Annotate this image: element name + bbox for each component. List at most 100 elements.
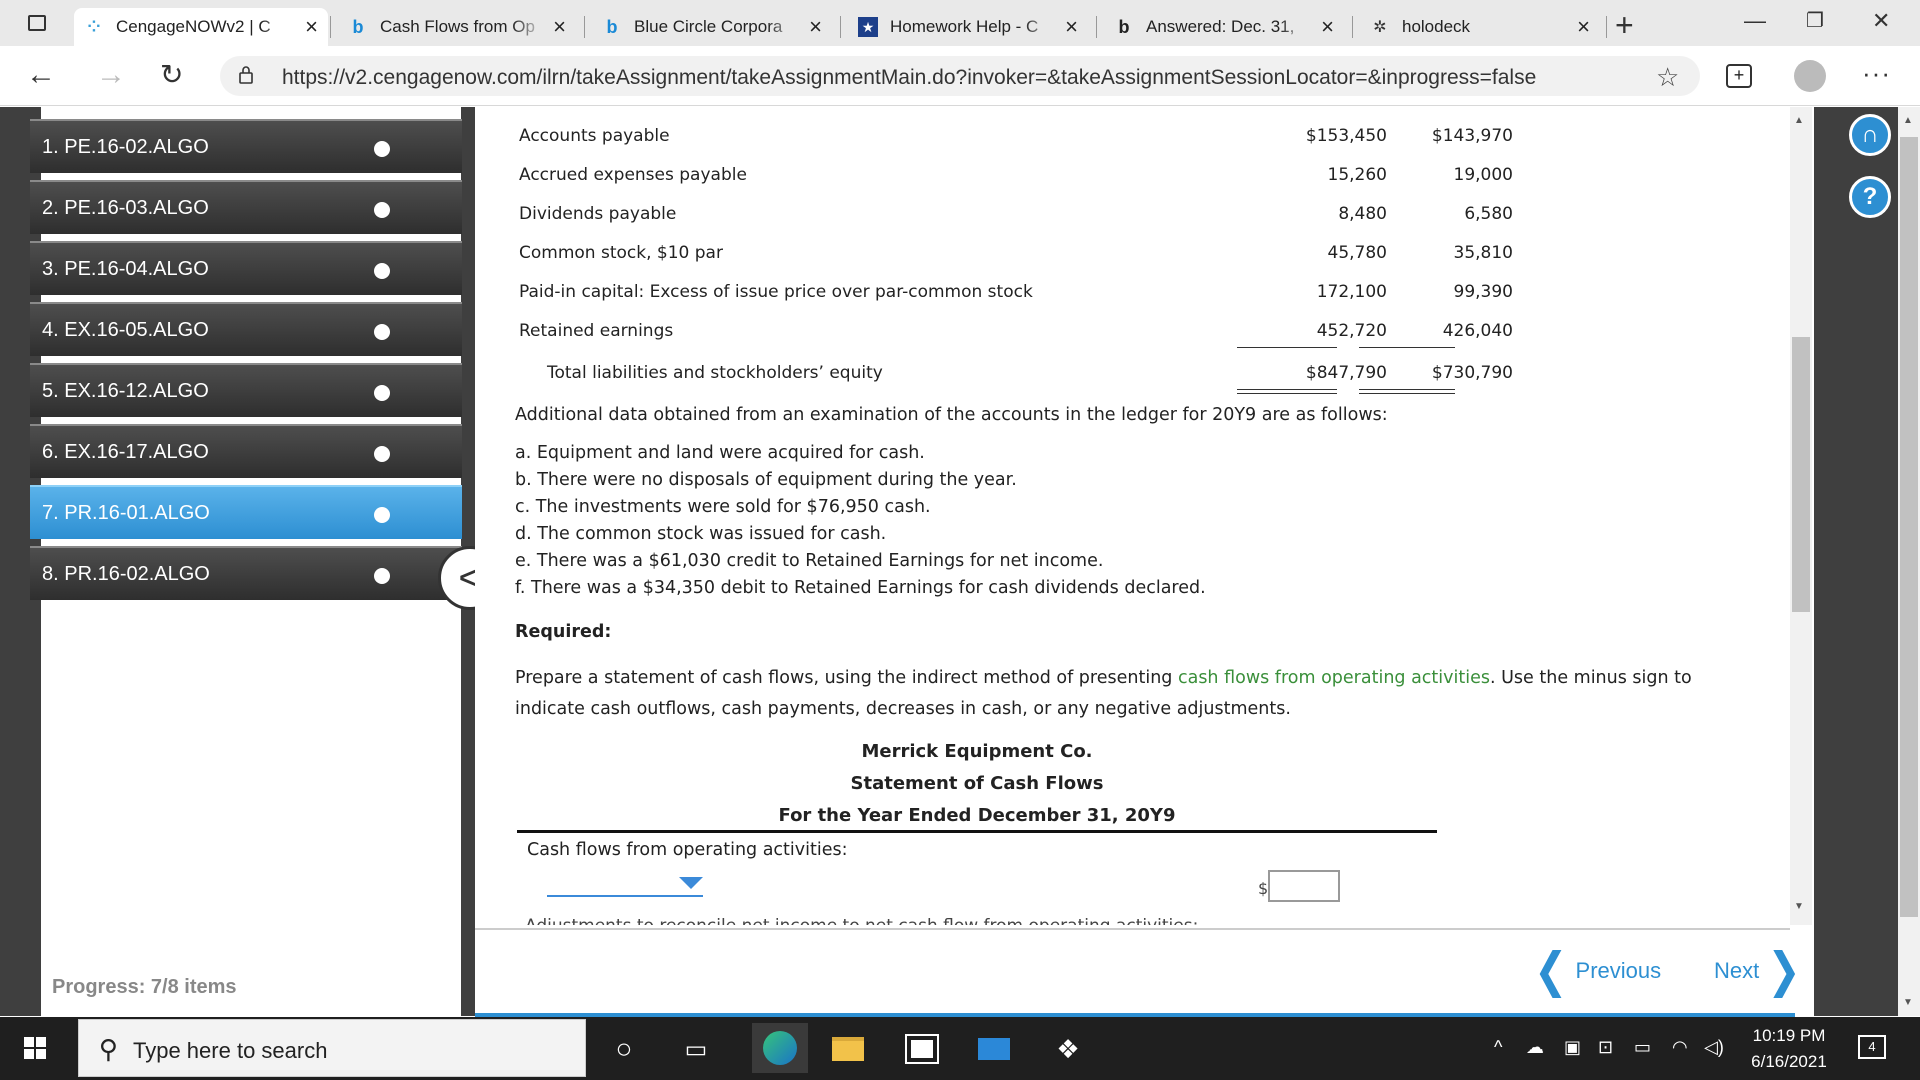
tab-cengage[interactable]: ⁘ CengageNOWv2 | C × — [74, 8, 328, 46]
sidebar-item-4[interactable]: 4. EX.16-05.ALGO — [30, 302, 462, 356]
battery-icon[interactable]: ▭ — [1634, 1037, 1651, 1058]
sidebar-item-2[interactable]: 2. PE.16-03.ALGO — [30, 180, 462, 234]
windows-start-icon[interactable] — [24, 1037, 46, 1059]
bing-icon: b — [352, 16, 364, 37]
statement-divider — [517, 830, 1437, 833]
table-row: Common stock, $10 par 45,780 35,810 — [519, 243, 1513, 263]
back-arrow-icon[interactable]: ← — [26, 58, 56, 92]
instructions-line-1: Prepare a statement of cash flows, using… — [515, 668, 1692, 688]
cengage-icon: ⁘ — [87, 19, 101, 36]
window-close-icon[interactable]: ✕ — [1872, 8, 1890, 34]
tab-separator — [1096, 16, 1097, 38]
close-icon[interactable]: × — [1577, 14, 1590, 40]
network-tray-icon[interactable]: ⊡ — [1598, 1037, 1613, 1058]
underline-divider — [1359, 347, 1455, 348]
file-explorer-icon[interactable] — [830, 1031, 866, 1067]
net-income-dropdown[interactable] — [547, 869, 703, 897]
scrollbar-thumb[interactable] — [1792, 337, 1810, 612]
windows-taskbar: ⚲ Type here to search ○ ▭ ❖ ^ ☁ ▣ ⊡ ▭ ◠ … — [0, 1017, 1920, 1080]
sidebar-item-8[interactable]: 8. PR.16-02.ALGO — [30, 546, 462, 600]
close-icon[interactable]: × — [809, 14, 822, 40]
taskbar-search[interactable]: ⚲ Type here to search — [78, 1019, 586, 1077]
double-underline — [1237, 389, 1337, 390]
help-icon[interactable]: ? — [1849, 176, 1891, 218]
sidebar-item-1[interactable]: 1. PE.16-02.ALGO — [30, 119, 462, 173]
previous-button[interactable]: ❮ Previous — [1534, 945, 1661, 998]
scroll-down-icon[interactable]: ▼ — [1794, 901, 1804, 912]
edge-icon[interactable] — [752, 1023, 808, 1073]
lock-icon — [239, 66, 253, 84]
status-dot-icon — [374, 568, 390, 584]
progress-text: Progress: 7/8 items — [52, 976, 237, 998]
onedrive-icon[interactable]: ☁ — [1526, 1037, 1544, 1058]
sidebar-item-5[interactable]: 5. EX.16-12.ALGO — [30, 363, 462, 417]
tab-blue-circle[interactable]: b Blue Circle Corpora × — [592, 8, 832, 46]
address-toolbar: ← → ↻ https://v2.cengagenow.com/ilrn/tak… — [0, 46, 1920, 106]
bing-icon: b — [1118, 16, 1130, 37]
operating-section-label: Cash flows from operating activities: — [527, 840, 848, 860]
scroll-down-icon[interactable]: ▼ — [1903, 997, 1913, 1008]
list-item: d. The common stock was issued for cash. — [515, 524, 887, 544]
close-icon[interactable]: × — [1321, 14, 1334, 40]
wifi-icon[interactable]: ◠ — [1672, 1037, 1688, 1058]
status-dot-icon — [374, 507, 390, 523]
close-icon[interactable]: × — [1065, 14, 1078, 40]
store-icon[interactable] — [904, 1031, 940, 1067]
sidebar-item-label: 1. PE.16-02.ALGO — [42, 135, 209, 158]
headset-icon[interactable]: ∩ — [1849, 114, 1891, 156]
page-scrollbar[interactable]: ▲ ▼ — [1898, 107, 1920, 1016]
close-icon[interactable]: × — [553, 14, 566, 40]
notifications-icon[interactable]: 4 — [1858, 1035, 1886, 1059]
tab-actions-icon[interactable] — [28, 15, 46, 31]
scrollbar-thumb[interactable] — [1900, 137, 1918, 917]
table-row: Dividends payable 8,480 6,580 — [519, 204, 1513, 224]
minimize-icon[interactable]: — — [1744, 8, 1766, 34]
list-item: c. The investments were sold for $76,950… — [515, 497, 931, 517]
new-tab-button[interactable]: + — [1615, 7, 1634, 44]
task-view-icon[interactable]: ▭ — [678, 1031, 714, 1067]
favorite-star-icon[interactable]: ☆ — [1656, 62, 1679, 93]
cortana-icon[interactable]: ○ — [606, 1031, 642, 1067]
scroll-up-icon[interactable]: ▲ — [1903, 115, 1913, 126]
taskbar-clock[interactable]: 10:19 PM 6/16/2021 — [1734, 1023, 1844, 1075]
dropbox-icon[interactable]: ❖ — [1050, 1031, 1086, 1067]
adjustments-label: Adjustments to reconcile net income to n… — [525, 916, 1198, 925]
double-underline — [1359, 389, 1455, 390]
tab-answered[interactable]: b Answered: Dec. 31, × — [1104, 8, 1344, 46]
star-icon: ★ — [858, 17, 878, 37]
profile-avatar[interactable] — [1794, 60, 1826, 92]
amount-input[interactable] — [1268, 870, 1340, 902]
operating-activities-link[interactable]: cash flows from operating activities — [1178, 668, 1490, 688]
sidebar-item-7[interactable]: 7. PR.16-01.ALGO — [30, 485, 462, 539]
tab-cash-flows[interactable]: b Cash Flows from Op × — [338, 8, 576, 46]
more-menu-icon[interactable]: ··· — [1862, 58, 1891, 89]
sidebar-item-3[interactable]: 3. PE.16-04.ALGO — [30, 241, 462, 295]
sidebar-item-label: 8. PR.16-02.ALGO — [42, 562, 210, 585]
url-text[interactable]: https://v2.cengagenow.com/ilrn/takeAssig… — [282, 66, 1536, 90]
tab-holodeck[interactable]: ✲ holodeck × — [1360, 8, 1600, 46]
tab-separator — [840, 16, 841, 38]
status-dot-icon — [374, 263, 390, 279]
meet-now-icon[interactable]: ▣ — [1564, 1037, 1581, 1058]
instructions-line-2: indicate cash outflows, cash payments, d… — [515, 699, 1291, 719]
content-scrollbar[interactable]: ▲ ▼ — [1790, 107, 1812, 925]
next-button[interactable]: Next ❯ — [1714, 945, 1801, 998]
sidebar-item-6[interactable]: 6. EX.16-17.ALGO — [30, 424, 462, 478]
forward-arrow-icon[interactable]: → — [96, 58, 126, 92]
scroll-up-icon[interactable]: ▲ — [1794, 115, 1804, 126]
browser-tab-strip: ⁘ CengageNOWv2 | C × b Cash Flows from O… — [0, 0, 1920, 46]
tab-homework-help[interactable]: ★ Homework Help - C × — [848, 8, 1088, 46]
tab-separator — [1352, 16, 1353, 38]
total-row: Total liabilities and stockholders’ equi… — [547, 363, 1513, 383]
collections-icon[interactable]: + — [1726, 64, 1752, 88]
additional-data-intro: Additional data obtained from an examina… — [515, 405, 1388, 425]
mail-icon[interactable] — [976, 1031, 1012, 1067]
address-bar[interactable]: https://v2.cengagenow.com/ilrn/takeAssig… — [220, 56, 1700, 96]
close-icon[interactable]: × — [305, 14, 318, 40]
status-dot-icon — [374, 324, 390, 340]
refresh-icon[interactable]: ↻ — [160, 58, 183, 91]
restore-icon[interactable]: ❐ — [1806, 8, 1824, 33]
volume-icon[interactable]: ◁) — [1704, 1037, 1724, 1058]
double-underline — [1359, 393, 1455, 394]
show-hidden-icons[interactable]: ^ — [1494, 1037, 1502, 1058]
